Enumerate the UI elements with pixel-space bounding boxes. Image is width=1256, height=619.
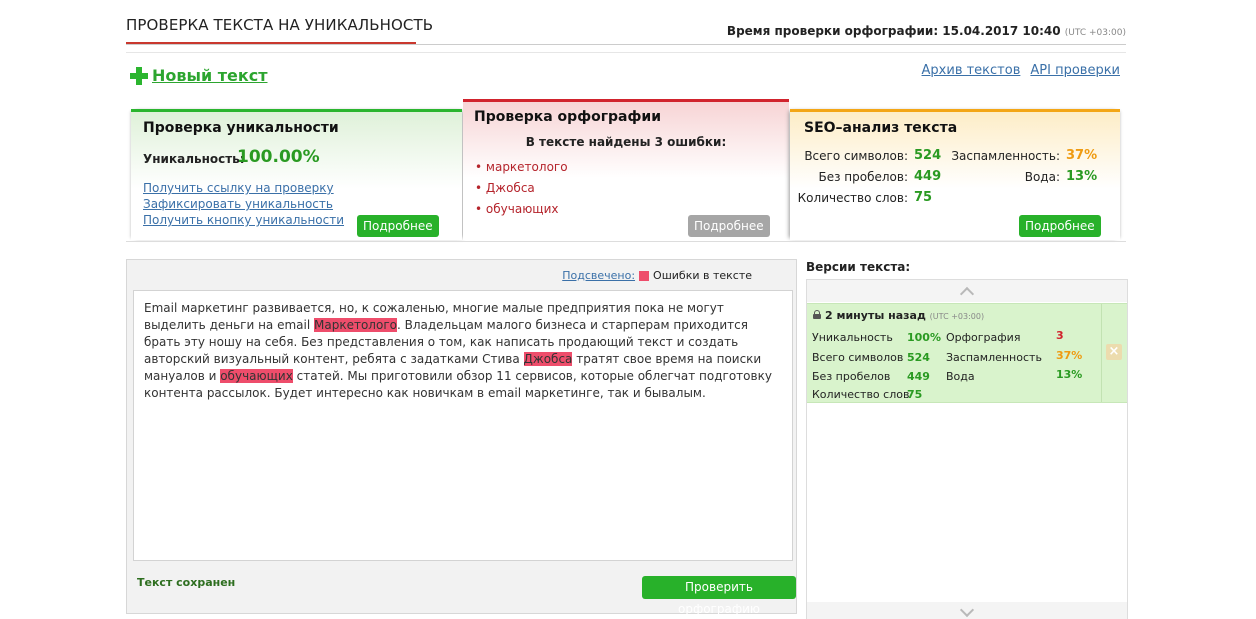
scroll-down-button[interactable] (807, 602, 1127, 619)
error-highlight: Маркетолого (314, 318, 397, 332)
header-divider-secondary (126, 52, 1126, 53)
version-entry[interactable]: 2 минуты назад (UTC +03:00) Уникальность… (807, 303, 1127, 403)
chevron-up-icon (959, 286, 975, 302)
check-time: Время проверки орфографии: 15.04.2017 10… (727, 24, 1126, 38)
seo-no-spaces-label: Без пробелов: (818, 170, 908, 184)
api-link[interactable]: API проверки (1030, 63, 1120, 78)
version-chars-label: Всего символов (812, 351, 904, 364)
seo-words-label: Количество слов: (797, 191, 908, 205)
spelling-title: Проверка орфографии (474, 109, 661, 125)
uniqueness-value: 100.00% (237, 147, 320, 167)
header-divider (126, 44, 1126, 45)
version-spam: 37% (1056, 349, 1083, 362)
seo-total-chars: 524 (914, 148, 942, 163)
highlight-legend: Подсвечено: Ошибки в тексте (562, 269, 752, 282)
editor-panel: Подсвечено: Ошибки в тексте Email маркет… (126, 259, 797, 616)
spelling-error-item: Джобса (475, 181, 535, 195)
version-words: 75 (907, 388, 923, 401)
spelling-error-item: маркетолого (475, 160, 568, 174)
error-highlight: обучающих (220, 369, 293, 383)
get-check-link[interactable]: Получить ссылку на проверку (143, 181, 334, 195)
close-icon[interactable]: × (1106, 344, 1122, 360)
new-text-button[interactable]: Новый текст (130, 66, 268, 85)
top-links: Архив текстов API проверки (922, 63, 1120, 78)
uniqueness-details-button[interactable]: Подробнее (357, 215, 439, 237)
version-time-tz: (UTC +03:00) (929, 312, 985, 321)
uniqueness-title: Проверка уникальности (143, 120, 339, 136)
legend-label[interactable]: Подсвечено: (562, 269, 635, 282)
version-chars: 524 (907, 351, 930, 364)
version-uniq: 100% (907, 331, 941, 344)
fix-uniqueness-link[interactable]: Зафиксировать уникальность (143, 197, 333, 211)
new-text-label: Новый текст (152, 66, 268, 85)
version-nospace: 449 (907, 370, 930, 383)
spelling-details-button[interactable]: Подробнее (688, 215, 770, 237)
check-time-tz: (UTC +03:00) (1064, 28, 1126, 38)
page-title: ПРОВЕРКА ТЕКСТА НА УНИКАЛЬНОСТЬ (126, 16, 434, 34)
legend-swatch (639, 270, 650, 281)
chevron-down-icon (959, 602, 975, 618)
legend-text: Ошибки в тексте (653, 269, 752, 282)
seo-water: 13% (1066, 169, 1098, 184)
seo-spam-label: Заспамленность: (951, 149, 1060, 163)
uniqueness-card: Проверка уникальности Уникальность: 100.… (131, 109, 462, 240)
cards-divider (126, 241, 1126, 242)
spelling-found: В тексте найдены 3 ошибки: (525, 135, 727, 149)
seo-spam: 37% (1066, 148, 1098, 163)
version-time-label: 2 минуты назад (825, 309, 926, 322)
version-nospace-label: Без пробелов (812, 370, 891, 383)
lock-icon (813, 310, 821, 319)
save-status: Текст сохранен (137, 576, 236, 589)
version-water: 13% (1056, 368, 1083, 381)
version-uniq-label: Уникальность (812, 331, 893, 344)
error-highlight: Джобса (523, 352, 573, 366)
seo-card: SEO–анализ текста Всего символов: 524 Бе… (790, 109, 1120, 240)
seo-total-chars-label: Всего символов: (804, 149, 908, 163)
spelling-error-item: обучающих (475, 202, 559, 216)
seo-words: 75 (914, 190, 933, 205)
version-spell-label: Орфография (946, 331, 1021, 344)
version-words-label: Количество слов (812, 388, 910, 401)
text-editor[interactable]: Email маркетинг развивается, но, к сожал… (133, 290, 793, 561)
versions-title: Версии текста: (806, 260, 911, 274)
get-uniqueness-button-link[interactable]: Получить кнопку уникальности (143, 213, 344, 227)
spelling-card: Проверка орфографии В тексте найдены 3 о… (463, 99, 789, 240)
seo-no-spaces: 449 (914, 169, 942, 184)
archive-link[interactable]: Архив текстов (922, 63, 1021, 78)
version-time: 2 минуты назад (UTC +03:00) (825, 309, 984, 322)
uniqueness-label: Уникальность: (143, 152, 245, 166)
version-water-label: Вода (946, 370, 975, 383)
seo-details-button[interactable]: Подробнее (1019, 215, 1101, 237)
plus-icon (130, 66, 148, 85)
scroll-up-button[interactable] (807, 280, 1127, 302)
versions-panel: 2 минуты назад (UTC +03:00) Уникальность… (806, 279, 1128, 619)
check-spelling-button[interactable]: Проверить орфографию (642, 576, 796, 616)
seo-title: SEO–анализ текста (804, 120, 958, 136)
seo-water-label: Вода: (1024, 170, 1060, 184)
check-time-label: Время проверки орфографии: 15.04.2017 10… (726, 24, 1061, 38)
version-spam-label: Заспамленность (946, 351, 1042, 364)
version-spell: 3 (1056, 329, 1064, 342)
